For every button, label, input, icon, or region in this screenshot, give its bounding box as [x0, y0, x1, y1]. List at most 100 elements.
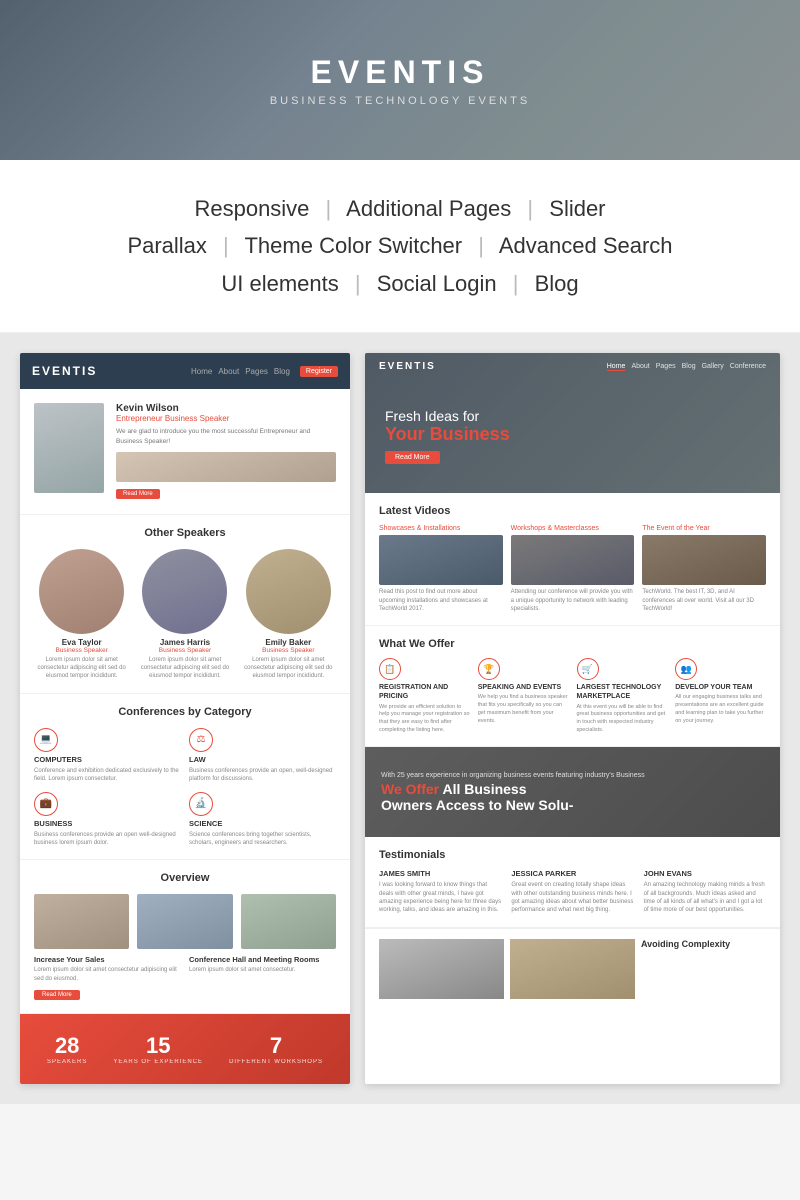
- overview-text-2: Conference Hall and Meeting Rooms Lorem …: [189, 955, 336, 983]
- right-hero: EVENTIS Home About Pages Blog Gallery Co…: [365, 353, 780, 493]
- speaker-card-name-3: Emily Baker: [241, 638, 336, 647]
- offer-item-4: 👥 DEVELOP YOUR TEAM All our engaging bus…: [675, 658, 766, 734]
- testimonial-text-1: I was looking forward to know things tha…: [379, 881, 501, 915]
- speaker-card-text-2: Lorem ipsum dolor sit amet consectetur a…: [137, 656, 232, 681]
- sep-3: |: [223, 233, 229, 258]
- right-nav-gallery: Gallery: [702, 363, 724, 371]
- offer-item-2: 🏆 SPEAKING AND EVENTS We help you find a…: [478, 658, 569, 734]
- conf-item-science: 🔬 SCIENCE Science conferences bring toge…: [189, 792, 336, 848]
- offer-text-4: All our engaging business talks and pres…: [675, 694, 766, 725]
- video-thumb-3: [642, 535, 766, 585]
- right-hero-btn[interactable]: Read More: [385, 451, 440, 464]
- offer-title-1: REGISTRATION AND PRICING: [379, 683, 470, 701]
- testimonial-name-1: JAMES SMITH: [379, 869, 501, 878]
- right-hero-title-sm: Fresh Ideas for: [385, 408, 760, 424]
- offer-title-3: LARGEST TECHNOLOGY MARKETPLACE: [577, 683, 668, 701]
- offer-heading: What We Offer: [379, 638, 766, 650]
- video-col-title-3: The Event of the Year: [642, 525, 766, 532]
- bottom-img-1: [379, 939, 504, 999]
- conf-item-title-1: COMPUTERS: [34, 755, 82, 764]
- right-nav-about: About: [631, 363, 649, 371]
- law-icon: ⚖: [189, 728, 213, 752]
- conf-item-law: ⚖ LAW Business conferences provide an op…: [189, 728, 336, 784]
- feature-slider: Slider: [549, 196, 605, 221]
- feature-responsive: Responsive: [194, 196, 309, 221]
- testimonial-3: JOHN EVANS An amazing technology making …: [644, 869, 766, 915]
- speaker-card-title-2: Business Speaker: [137, 647, 232, 654]
- offer-title-4: DEVELOP YOUR TEAM: [675, 683, 766, 692]
- sep-2: |: [527, 196, 533, 221]
- conf-item-text-4: Science conferences bring together scien…: [189, 831, 336, 848]
- hero-section: EVENTIS BUSINESS TECHNOLOGY EVENTS: [0, 0, 800, 160]
- overview-section: Overview Increase Your Sales Lorem ipsum…: [20, 860, 350, 1014]
- speaker-name: Kevin Wilson: [116, 403, 336, 414]
- speaker-card-3: Emily Baker Business Speaker Lorem ipsum…: [241, 549, 336, 681]
- overview-title: Overview: [34, 872, 336, 884]
- stat-label-workshops: DIFFERENT WORKSHOPS: [229, 1059, 323, 1065]
- conf-item-title-2: LAW: [189, 755, 206, 764]
- speakers-grid: Eva Taylor Business Speaker Lorem ipsum …: [34, 549, 336, 681]
- what-we-offer-section: What We Offer 📋 REGISTRATION AND PRICING…: [365, 626, 780, 747]
- conf-grid: 💻 COMPUTERS Conference and exhibition de…: [34, 728, 336, 848]
- conferences-section: Conferences by Category 💻 COMPUTERS Conf…: [20, 694, 350, 861]
- right-nav: EVENTIS Home About Pages Blog Gallery Co…: [365, 361, 780, 372]
- speaker-role: Entrepreneur Business Speaker: [116, 414, 336, 423]
- speaker-avatar-1: [39, 549, 124, 634]
- speaker-image: [34, 403, 104, 493]
- left-logo: EVENTIS: [32, 364, 97, 378]
- hero-title: EVENTIS: [311, 54, 490, 91]
- overview-btn[interactable]: Read More: [34, 990, 80, 1000]
- left-preview: EVENTIS Home About Pages Blog Register K…: [20, 353, 350, 1084]
- computers-icon: 💻: [34, 728, 58, 752]
- nav-about: About: [218, 367, 239, 376]
- video-thumb-1: [379, 535, 503, 585]
- features-line-3: UI elements | Social Login | Blog: [60, 265, 740, 302]
- features-strip: Responsive | Additional Pages | Slider P…: [0, 160, 800, 333]
- speaker-card-2: James Harris Business Speaker Lorem ipsu…: [137, 549, 232, 681]
- other-speakers-title: Other Speakers: [34, 527, 336, 539]
- offer-icon-3: 🛒: [577, 658, 599, 680]
- right-hero-text: Fresh Ideas for Your Business Read More: [385, 383, 760, 464]
- speaker-card-text-3: Lorem ipsum dolor sit amet consectetur a…: [241, 656, 336, 681]
- feature-ui: UI elements: [221, 271, 338, 296]
- testimonial-name-2: JESSICA PARKER: [511, 869, 633, 878]
- conf-item-business: 💼 BUSINESS Business conferences provide …: [34, 792, 181, 848]
- cta-title-1: We Offer All Business: [381, 781, 764, 797]
- stat-speakers: 28 SPEAKERS: [47, 1033, 87, 1065]
- nav-cta-btn[interactable]: Register: [300, 366, 338, 377]
- offer-icon-2: 🏆: [478, 658, 500, 680]
- video-col-title-1: Showcases & Installations: [379, 525, 503, 532]
- video-col-2: Workshops & Masterclasses Attending our …: [511, 525, 635, 613]
- feature-parallax: Parallax: [127, 233, 206, 258]
- overview-label-1: Increase Your Sales: [34, 955, 181, 964]
- offer-text-3: At this event you will be able to find g…: [577, 704, 668, 735]
- offer-grid: 📋 REGISTRATION AND PRICING We provide an…: [379, 658, 766, 734]
- feature-advanced-search: Advanced Search: [499, 233, 673, 258]
- sep-1: |: [326, 196, 332, 221]
- cta-top-text: With 25 years experience in organizing b…: [381, 772, 764, 779]
- speaker-card-name-1: Eva Taylor: [34, 638, 129, 647]
- offer-text-2: We help you find a business speaker that…: [478, 694, 569, 725]
- testimonial-2: JESSICA PARKER Great event on creating t…: [511, 869, 633, 915]
- stat-number-workshops: 7: [229, 1033, 323, 1059]
- video-text-3: TechWorld. The best IT, 3D, and AI confe…: [642, 588, 766, 613]
- testimonial-text-2: Great event on creating totally shape id…: [511, 881, 633, 915]
- bottom-img-2: [510, 939, 635, 999]
- speaker-avatar-3: [246, 549, 331, 634]
- speaker-card-name-2: James Harris: [137, 638, 232, 647]
- conf-item-title-3: BUSINESS: [34, 819, 72, 828]
- stat-number-speakers: 28: [47, 1033, 87, 1059]
- overview-texts-grid: Increase Your Sales Lorem ipsum dolor si…: [34, 955, 336, 983]
- features-line-1: Responsive | Additional Pages | Slider: [60, 190, 740, 227]
- feature-color-switcher: Theme Color Switcher: [244, 233, 462, 258]
- conf-item-text-3: Business conferences provide an open wel…: [34, 831, 181, 848]
- overview-grid: [34, 894, 336, 949]
- speaker-card-title-3: Business Speaker: [241, 647, 336, 654]
- readmore-btn[interactable]: Read More: [116, 489, 160, 499]
- conf-title: Conferences by Category: [34, 706, 336, 718]
- right-nav-conf: Conference: [730, 363, 766, 371]
- stat-workshops: 7 DIFFERENT WORKSHOPS: [229, 1033, 323, 1065]
- speaker-section: Kevin Wilson Entrepreneur Business Speak…: [20, 389, 350, 515]
- feature-additional-pages: Additional Pages: [346, 196, 511, 221]
- stat-experience: 15 YEARS OF EXPERIENCE: [113, 1033, 203, 1065]
